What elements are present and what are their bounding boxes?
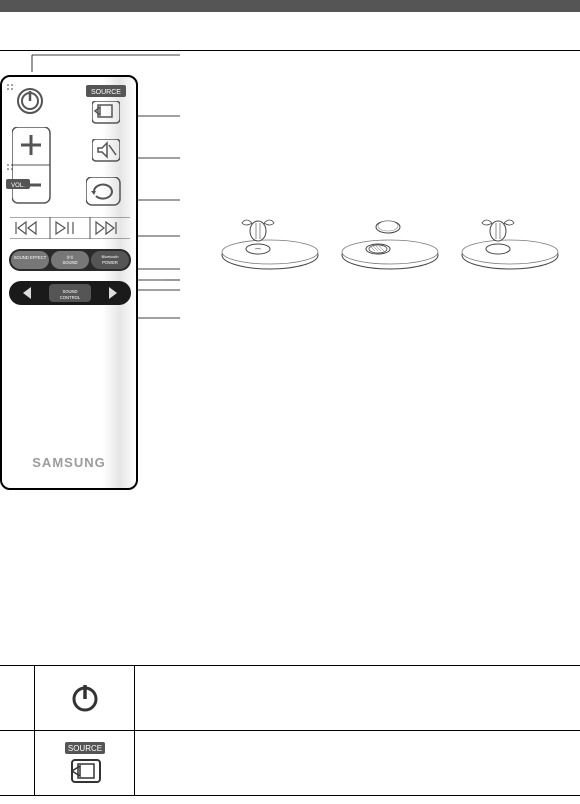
battery-step-2 <box>340 205 440 275</box>
battery-illustrations <box>220 205 560 275</box>
skip-forward-button[interactable] <box>94 220 124 236</box>
mute-button[interactable] <box>92 139 120 163</box>
sound-effect-button[interactable] <box>11 251 49 269</box>
svg-text:SOUND: SOUND <box>62 289 77 294</box>
power-icon <box>68 681 102 715</box>
row-number-cell <box>0 731 35 795</box>
header-divider <box>0 50 580 51</box>
svg-text:Bluetooth: Bluetooth <box>102 254 119 259</box>
row-icon-cell: SOURCE <box>35 731 135 795</box>
row-icon-cell <box>35 666 135 730</box>
sound-control-row: SOUND CONTROL <box>9 281 131 305</box>
dot-indicator-2 <box>6 163 16 173</box>
remote-control: SOURCE VOL. <box>0 75 138 490</box>
samsung-logo: SAMSUNG <box>2 455 136 470</box>
header-bar <box>0 0 580 12</box>
repeat-button[interactable] <box>86 177 121 207</box>
battery-step-3 <box>460 205 560 275</box>
row-description-cell <box>135 731 580 795</box>
source-icon: SOURCE <box>60 740 110 786</box>
svg-text:SOURCE: SOURCE <box>67 744 101 753</box>
play-pause-button[interactable] <box>54 220 84 236</box>
row-description-cell <box>135 666 580 730</box>
skip-back-button[interactable] <box>14 220 44 236</box>
battery-step-1 <box>220 205 320 275</box>
mode-row: SOUND EFFECT ((•)) SOUND Bluetooth POWER <box>9 249 131 271</box>
dot-indicator <box>6 83 16 93</box>
source-button[interactable] <box>92 101 120 125</box>
svg-text:((•)): ((•)) <box>67 254 74 259</box>
svg-text:SOUND: SOUND <box>62 260 77 265</box>
source-label-box: SOURCE <box>86 85 126 99</box>
svg-text:POWER: POWER <box>102 260 118 265</box>
table-row: SOURCE <box>0 731 580 796</box>
row-number-cell <box>0 666 35 730</box>
vol-label-box: VOL. <box>6 179 32 189</box>
source-label-text: SOURCE <box>91 89 121 96</box>
power-button[interactable] <box>16 87 44 115</box>
svg-text:SOUND EFFECT: SOUND EFFECT <box>14 255 47 260</box>
description-table: SOURCE <box>0 665 580 796</box>
svg-text:CONTROL: CONTROL <box>60 295 81 300</box>
svg-text:VOL.: VOL. <box>11 183 25 189</box>
table-row <box>0 666 580 731</box>
volume-rocker[interactable] <box>12 127 52 205</box>
